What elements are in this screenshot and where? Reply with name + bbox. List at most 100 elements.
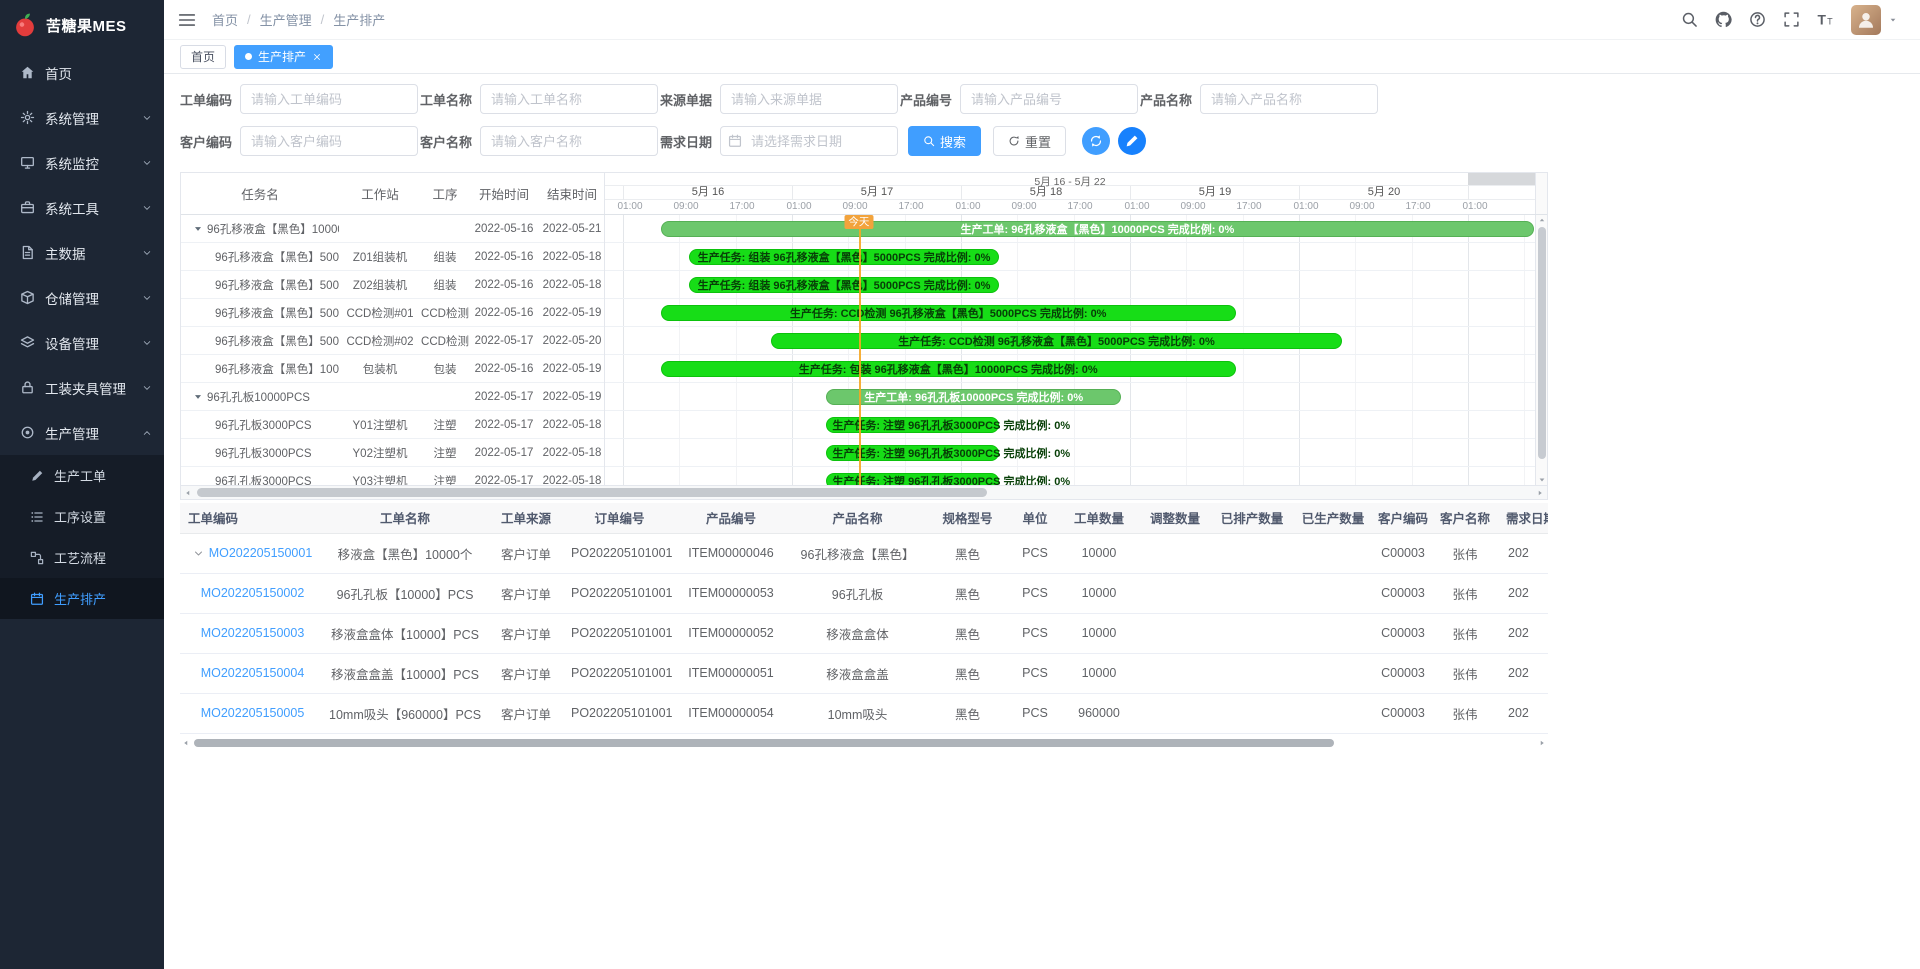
sidebar-item-warehouse-management[interactable]: 仓储管理: [0, 275, 164, 320]
scroll-right-icon[interactable]: [1536, 738, 1548, 748]
order-row[interactable]: MO20220515000510mm吸头【960000】PCS客户订单PO202…: [180, 693, 1548, 733]
sidebar-subitem-label: 工艺流程: [54, 548, 106, 567]
chevron-down-icon: [142, 338, 152, 348]
scroll-down-icon[interactable]: [1536, 475, 1547, 485]
edit-schedule-circle-button[interactable]: [1118, 127, 1146, 155]
fullscreen-button[interactable]: [1783, 11, 1800, 28]
sidebar-item-system-monitor[interactable]: 系统监控: [0, 140, 164, 185]
demand-date-input[interactable]: [720, 126, 898, 156]
sidebar-subitem-production-workorder[interactable]: 生产工单: [0, 455, 164, 496]
gantt-order-bar[interactable]: 生产工单: 96孔移液盒【黑色】10000PCS 完成比例: 0%: [661, 221, 1534, 237]
scroll-right-icon[interactable]: [1533, 486, 1547, 499]
question-button[interactable]: [1749, 11, 1766, 28]
order-row[interactable]: MO20220515000296孔孔板【10000】PCS客户订单PO20220…: [180, 573, 1548, 613]
gantt-task-row[interactable]: 96孔孔板3000PCSY02注塑机注塑2022-05-172022-05-18: [181, 439, 604, 467]
gantt-task-row[interactable]: 96孔移液盒【黑色】5000PCSCCD检测#01CCD检测2022-05-16…: [181, 299, 604, 327]
sidebar-item-tooling-fixture-management[interactable]: 工装夹具管理: [0, 365, 164, 410]
source-document-input[interactable]: [720, 84, 898, 114]
customer-name-input[interactable]: [480, 126, 658, 156]
sidebar-item-home[interactable]: 首页: [0, 50, 164, 95]
gantt-horizontal-scrollbar[interactable]: [181, 485, 1547, 499]
gantt-order-bar[interactable]: 生产工单: 96孔孔板10000PCS 完成比例: 0%: [826, 389, 1121, 405]
tab-production-scheduling[interactable]: 生产排产: [234, 45, 333, 69]
workorder-code-link[interactable]: MO202205150001: [209, 546, 313, 560]
orders-horizontal-scrollbar[interactable]: [180, 738, 1548, 748]
sidebar-item-production-management[interactable]: 生产管理: [0, 410, 164, 455]
gantt-task-bar[interactable]: 生产任务: 注塑 96孔孔板3000PCS 完成比例: 0%: [826, 445, 999, 461]
sidebar-item-master-data[interactable]: 主数据: [0, 230, 164, 275]
scroll-left-icon[interactable]: [181, 486, 195, 499]
tab-close-button[interactable]: [312, 52, 322, 62]
gantt-task-bar[interactable]: 生产任务: 组装 96孔移液盒【黑色】5000PCS 完成比例: 0%: [689, 277, 1000, 293]
gantt-task-bar[interactable]: 生产任务: 组装 96孔移液盒【黑色】5000PCS 完成比例: 0%: [689, 249, 1000, 265]
gantt-task-bar[interactable]: 生产任务: 注塑 96孔孔板3000PCS 完成比例: 0%: [826, 473, 999, 485]
tree-expand-icon[interactable]: [193, 224, 203, 234]
chevdown-icon: [142, 293, 152, 303]
sidebar-subitem-process-settings[interactable]: 工序设置: [0, 496, 164, 537]
order-row[interactable]: MO202205150003移液盒盒体【10000】PCS客户订单PO20220…: [180, 613, 1548, 653]
gantt-vertical-scrollbar[interactable]: [1535, 215, 1547, 485]
gantt-vscroll-thumb[interactable]: [1538, 227, 1546, 459]
filter-field-demand-date: 需求日期: [660, 126, 900, 156]
scroll-up-icon[interactable]: [1536, 215, 1547, 225]
sidebar-item-equipment-management[interactable]: 设备管理: [0, 320, 164, 365]
product-code-input[interactable]: [960, 84, 1138, 114]
gantt-task-bar[interactable]: 生产任务: 注塑 96孔孔板3000PCS 完成比例: 0%: [826, 417, 999, 433]
menu-icon: [178, 11, 196, 29]
avatar[interactable]: [1851, 5, 1881, 35]
tree-expand-icon[interactable]: [193, 392, 203, 402]
sidebar-subitem-production-scheduling[interactable]: 生产排产: [0, 578, 164, 619]
order-row[interactable]: MO202205150001移液盒【黑色】10000个客户订单PO2022051…: [180, 533, 1548, 573]
customer-code-input[interactable]: [240, 126, 418, 156]
workorder-name-input[interactable]: [480, 84, 658, 114]
order-cell: [1138, 693, 1212, 733]
gantt-task-bar[interactable]: 生产任务: CCD检测 96孔移液盒【黑色】5000PCS 完成比例: 0%: [661, 305, 1236, 321]
user-menu-caret[interactable]: [1888, 15, 1898, 25]
sidebar-item-system-tools[interactable]: 系统工具: [0, 185, 164, 230]
order-cell: 张伟: [1432, 533, 1498, 573]
gantt-task-row[interactable]: 96孔孔板10000PCS2022-05-172022-05-19: [181, 383, 604, 411]
fontsize-button[interactable]: TT: [1817, 11, 1834, 28]
workorder-code-link[interactable]: MO202205150004: [201, 666, 305, 680]
workorder-code-link[interactable]: MO202205150005: [201, 706, 305, 720]
breadcrumb-item[interactable]: 生产管理: [260, 10, 312, 29]
refresh-circle-button[interactable]: [1082, 127, 1110, 155]
gantt-task-row[interactable]: 96孔移液盒【黑色】5000PCSCCD检测#02CCD检测2022-05-17…: [181, 327, 604, 355]
workorder-code-link[interactable]: MO202205150002: [201, 586, 305, 600]
sidebar-collapse-button[interactable]: [178, 11, 196, 29]
app-logo-icon: [12, 12, 38, 38]
scroll-left-icon[interactable]: [180, 738, 192, 748]
gantt-hscroll-thumb[interactable]: [197, 488, 987, 497]
sidebar-item-label: 仓储管理: [45, 288, 99, 308]
search-button[interactable]: [1681, 11, 1698, 28]
order-row[interactable]: MO202205150004移液盒盒盖【10000】PCS客户订单PO20220…: [180, 653, 1548, 693]
github-button[interactable]: [1715, 11, 1732, 28]
gantt-task-row[interactable]: 96孔移液盒【黑色】5000PCSZ01组装机组装2022-05-162022-…: [181, 243, 604, 271]
sidebar-submenu: 生产工单工序设置工艺流程生产排产: [0, 455, 164, 619]
sidebar-item-system-management[interactable]: 系统管理: [0, 95, 164, 140]
gantt-task-bar[interactable]: 生产任务: 包装 96孔移液盒【黑色】10000PCS 完成比例: 0%: [661, 361, 1236, 377]
product-name-input[interactable]: [1200, 84, 1378, 114]
gantt-bar-row: 生产任务: 组装 96孔移液盒【黑色】5000PCS 完成比例: 0%: [605, 243, 1535, 271]
gantt-task-row[interactable]: 96孔移液盒【黑色】10000PCS包装机包装2022-05-162022-05…: [181, 355, 604, 383]
workorder-code-input[interactable]: [240, 84, 418, 114]
sidebar-subitem-process-flow[interactable]: 工艺流程: [0, 537, 164, 578]
target-icon: [20, 425, 35, 440]
breadcrumb-item[interactable]: 生产排产: [333, 10, 385, 29]
orders-column-header: 客户编码: [1374, 503, 1432, 533]
orders-column-header: 产品编号: [672, 503, 790, 533]
tab-home[interactable]: 首页: [180, 45, 226, 69]
svg-text:T: T: [1827, 16, 1833, 26]
gantt-task-row[interactable]: 96孔孔板3000PCSY03注塑机注塑2022-05-172022-05-18: [181, 467, 604, 485]
search-button[interactable]: 搜索: [908, 126, 981, 156]
row-expand-icon[interactable]: [193, 548, 204, 559]
breadcrumb-item[interactable]: 首页: [212, 10, 238, 29]
gantt-task-bar[interactable]: 生产任务: CCD检测 96孔移液盒【黑色】5000PCS 完成比例: 0%: [771, 333, 1343, 349]
reset-button[interactable]: 重置: [993, 126, 1066, 156]
workorder-code-link[interactable]: MO202205150003: [201, 626, 305, 640]
orders-panel: 工单编码工单名称工单来源订单编号产品编号产品名称规格型号单位工单数量调整数量已排…: [180, 503, 1548, 748]
gantt-task-row[interactable]: 96孔移液盒【黑色】5000PCSZ02组装机组装2022-05-162022-…: [181, 271, 604, 299]
gantt-task-row[interactable]: 96孔移液盒【黑色】10000PCS2022-05-162022-05-21: [181, 215, 604, 243]
gantt-task-row[interactable]: 96孔孔板3000PCSY01注塑机注塑2022-05-172022-05-18: [181, 411, 604, 439]
orders-hscroll-thumb[interactable]: [194, 739, 1334, 747]
